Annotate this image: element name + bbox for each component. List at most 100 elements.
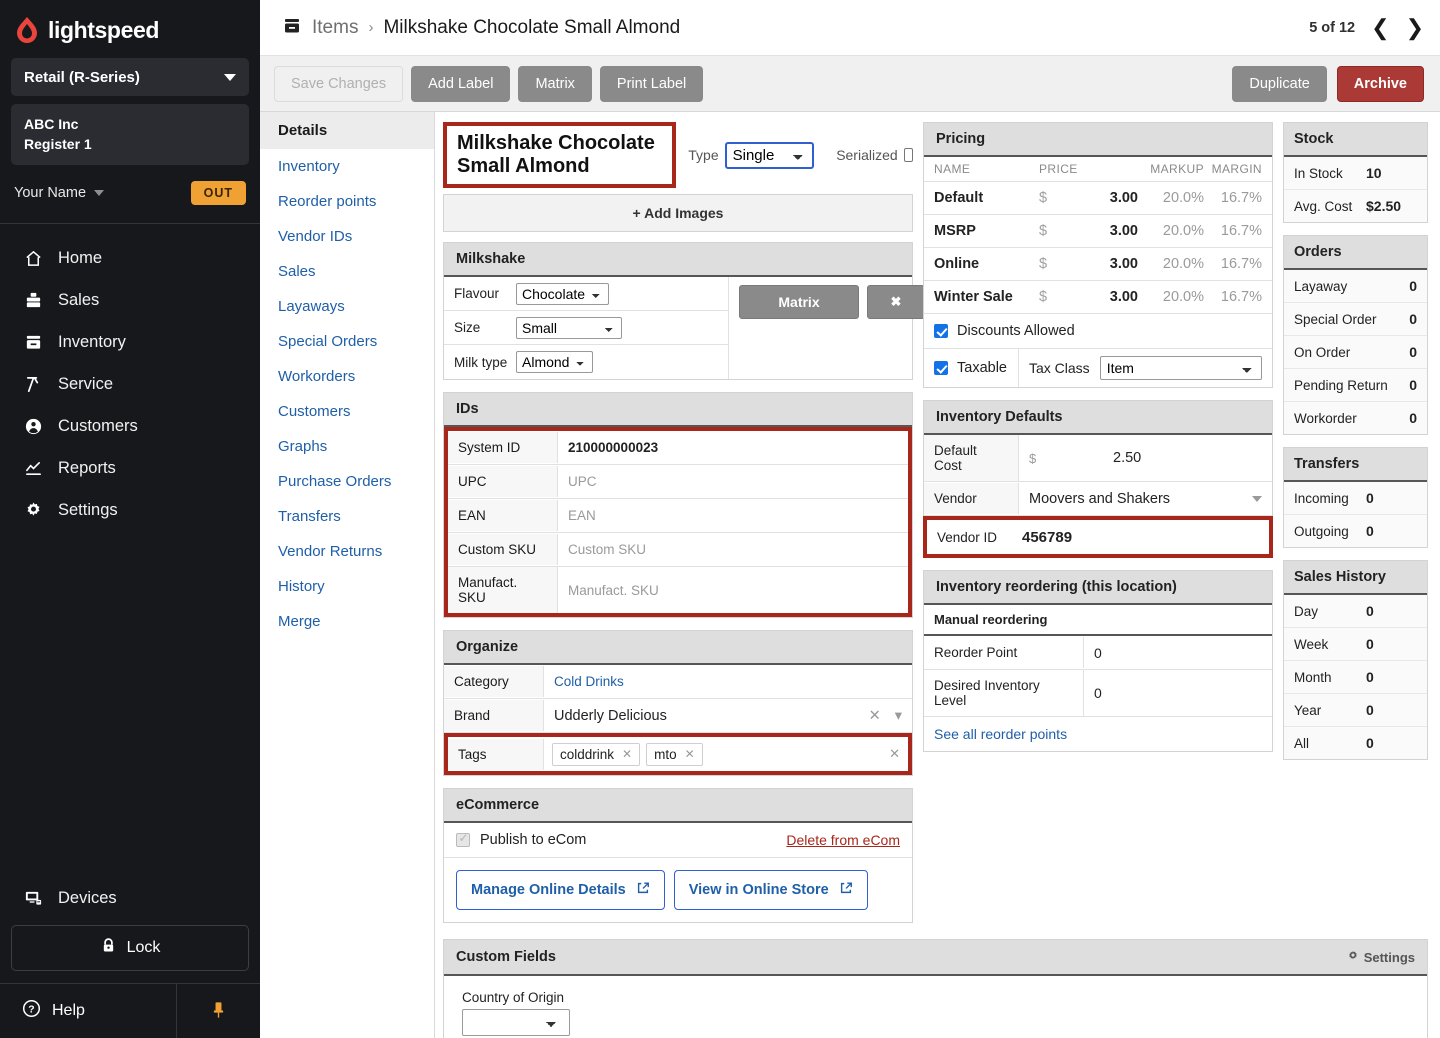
type-select[interactable]: Single: [724, 141, 815, 169]
size-select[interactable]: Small: [516, 316, 622, 339]
vendor-row: Vendor Moovers and Shakers: [924, 482, 1272, 516]
account-register-box[interactable]: ABC Inc Register 1: [11, 104, 249, 165]
duplicate-button[interactable]: Duplicate: [1232, 65, 1327, 102]
title-row: Milkshake Chocolate Small Almond Type Si…: [443, 122, 913, 188]
pin-sidebar-button[interactable]: [176, 984, 260, 1038]
tax-class-select[interactable]: Item: [1099, 356, 1262, 380]
inventory-defaults-panel: Inventory Defaults Default Cost $ 2.50 V…: [923, 400, 1273, 558]
vendor-id-value[interactable]: 456789: [1012, 521, 1082, 554]
milk-type-select[interactable]: Almond: [516, 351, 593, 373]
chevron-down-icon[interactable]: ▾: [895, 708, 902, 724]
vendor-select[interactable]: Moovers and Shakers: [1019, 483, 1272, 515]
currency-symbol: $: [1029, 450, 1037, 466]
save-changes-button[interactable]: Save Changes: [274, 65, 404, 102]
tag-label: mto: [654, 746, 677, 762]
sidebar-item-label: Service: [58, 375, 114, 394]
remove-matrix-button[interactable]: ✖: [867, 285, 925, 319]
details-nav-purchase-orders[interactable]: Purchase Orders: [260, 464, 434, 499]
pricing-name: Winter Sale: [934, 289, 1013, 305]
details-nav-vendor-ids[interactable]: Vendor IDs: [260, 219, 434, 254]
chevron-right-icon[interactable]: ❯: [1406, 16, 1424, 39]
archive-button[interactable]: Archive: [1336, 65, 1424, 102]
remove-tag-icon[interactable]: ✕: [622, 747, 632, 761]
item-title-field[interactable]: Milkshake Chocolate Small Almond: [443, 122, 677, 188]
flavour-select[interactable]: Chocolate: [516, 282, 609, 305]
details-nav-graphs[interactable]: Graphs: [260, 429, 434, 464]
details-nav-workorders[interactable]: Workorders: [260, 359, 434, 394]
help-button[interactable]: ? Help: [0, 984, 176, 1038]
details-nav-inventory[interactable]: Inventory: [260, 149, 434, 184]
discounts-allowed-checkbox[interactable]: [934, 324, 948, 338]
remove-tag-icon[interactable]: ✕: [685, 747, 695, 761]
pushpin-icon: [210, 1000, 227, 1023]
breadcrumb-root[interactable]: Items: [312, 17, 358, 39]
sidebar-item-customers[interactable]: Customers: [0, 406, 260, 448]
default-cost-row: Default Cost $ 2.50: [924, 435, 1272, 482]
details-nav-customers[interactable]: Customers: [260, 394, 434, 429]
details-nav-transfers[interactable]: Transfers: [260, 499, 434, 534]
add-label-button[interactable]: Add Label: [411, 65, 511, 102]
matrix-panel-body: Flavour Chocolate Size Small Milk type A…: [444, 277, 925, 379]
delete-from-ecom-link[interactable]: Delete from eCom: [786, 832, 900, 848]
details-nav-vendor-returns[interactable]: Vendor Returns: [260, 534, 434, 569]
publish-to-ecom-checkbox[interactable]: [456, 831, 470, 847]
sidebar-item-service[interactable]: Service: [0, 364, 260, 406]
manage-online-details-button[interactable]: Manage Online Details: [456, 870, 665, 910]
transfers-label: Incoming: [1294, 490, 1349, 506]
sidebar-item-settings[interactable]: Settings: [0, 490, 260, 532]
details-nav-sales[interactable]: Sales: [260, 254, 434, 289]
default-cost-field[interactable]: $ 2.50: [1019, 442, 1272, 474]
chevron-left-icon[interactable]: ❮: [1371, 16, 1389, 39]
serialized-checkbox[interactable]: [903, 148, 913, 162]
lock-button[interactable]: Lock: [11, 925, 249, 971]
tag-chip[interactable]: colddrink ✕: [552, 742, 641, 766]
details-nav-history[interactable]: History: [260, 569, 434, 604]
sidebar-item-reports[interactable]: Reports: [0, 448, 260, 490]
brand-field[interactable]: Udderly Delicious ✕ ▾: [544, 700, 912, 732]
clock-out-button[interactable]: OUT: [190, 180, 246, 205]
pricing-price-input[interactable]: 3.00: [1047, 223, 1142, 239]
sidebar-item-sales[interactable]: Sales: [0, 280, 260, 322]
sidebar-item-home[interactable]: Home: [0, 238, 260, 280]
custom-fields-settings-link[interactable]: Settings: [1347, 950, 1415, 965]
desired-inventory-level-input[interactable]: 0: [1084, 677, 1272, 709]
category-value-link[interactable]: Cold Drinks: [544, 666, 912, 697]
tag-chip[interactable]: mto ✕: [646, 742, 703, 766]
sidebar-item-inventory[interactable]: Inventory: [0, 322, 260, 364]
clear-all-tags-icon[interactable]: ✕: [889, 746, 900, 762]
lock-label: Lock: [126, 939, 161, 956]
user-name[interactable]: Your Name: [14, 185, 86, 201]
pricing-price-input[interactable]: 3.00: [1047, 256, 1142, 272]
reorder-point-input[interactable]: 0: [1084, 637, 1272, 669]
details-nav-merge[interactable]: Merge: [260, 604, 434, 639]
details-nav-reorder-points[interactable]: Reorder points: [260, 184, 434, 219]
view-in-online-store-button[interactable]: View in Online Store: [673, 870, 868, 910]
pricing-panel: Pricing NAME PRICE MARKUP MARGIN Default…: [923, 122, 1273, 388]
pricing-price-input[interactable]: 3.00: [1047, 190, 1142, 206]
tags-input[interactable]: colddrink ✕ mto ✕ ✕: [544, 737, 908, 771]
upc-input[interactable]: UPC: [558, 466, 908, 497]
taxable-row: Taxable Tax Class Item: [924, 349, 1272, 387]
chevron-down-icon[interactable]: [94, 189, 105, 196]
account-name: ABC Inc: [24, 116, 79, 132]
stock-panel: Stock In Stock 10 Avg. Cost $2.50: [1283, 122, 1428, 223]
add-images-button[interactable]: + Add Images: [443, 194, 913, 232]
matrix-panel-button[interactable]: Matrix: [739, 285, 859, 319]
print-label-button[interactable]: Print Label: [599, 65, 704, 102]
matrix-button[interactable]: Matrix: [518, 65, 592, 102]
see-all-reorder-points-link[interactable]: See all reorder points: [924, 717, 1272, 751]
custom-sku-input[interactable]: Custom SKU: [558, 534, 908, 565]
custom-fields-header-row: Custom Fields Settings: [444, 940, 1427, 976]
pricing-row-winter-sale: Winter Sale $ 3.00 20.0% 16.7%: [924, 281, 1272, 314]
country-of-origin-select[interactable]: [462, 1009, 570, 1036]
sidebar-item-devices[interactable]: Devices: [0, 877, 260, 919]
details-nav-layaways[interactable]: Layaways: [260, 289, 434, 324]
stock-value: $2.50: [1366, 198, 1402, 214]
pricing-price-input[interactable]: 3.00: [1047, 289, 1142, 305]
manufact-sku-input[interactable]: Manufact. SKU: [558, 575, 908, 606]
clear-brand-icon[interactable]: ✕: [869, 708, 881, 724]
taxable-checkbox[interactable]: [934, 361, 948, 375]
ean-input[interactable]: EAN: [558, 500, 908, 531]
product-selector[interactable]: Retail (R-Series): [11, 58, 249, 96]
details-nav-special-orders[interactable]: Special Orders: [260, 324, 434, 359]
